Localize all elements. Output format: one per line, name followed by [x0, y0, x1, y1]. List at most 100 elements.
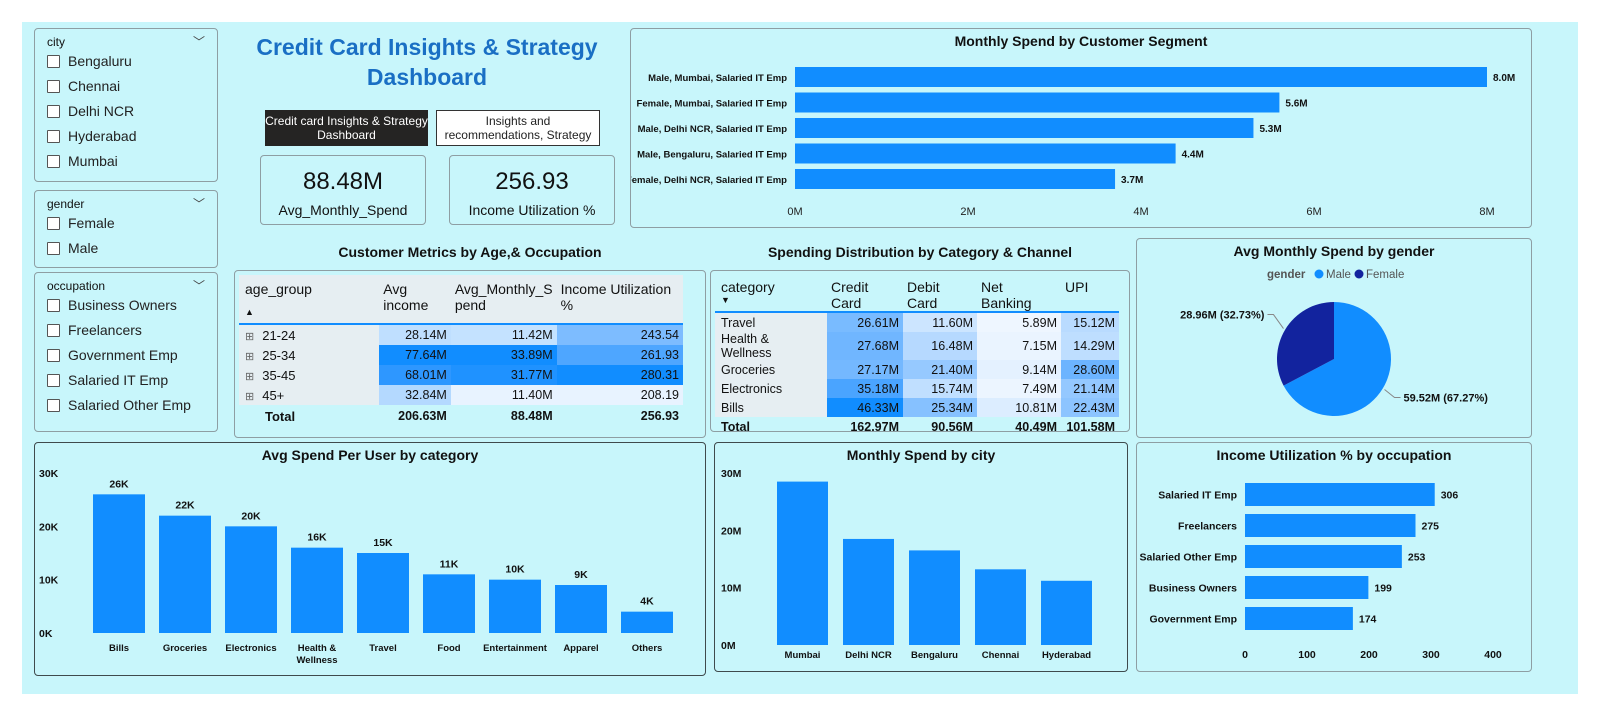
table-row: ⊞ 45+ 32.84M 11.40M 208.19	[239, 385, 683, 405]
table-cell[interactable]: Electronics	[715, 379, 827, 398]
kpi-value: 256.93	[495, 168, 569, 195]
slicer-option-government-emp[interactable]: Government Emp	[47, 347, 178, 363]
category-label: Chennai	[982, 650, 1019, 661]
category-label: Groceries	[163, 643, 207, 654]
table-cell: 28.14M	[379, 325, 451, 345]
table-total-row: Total 206.63M 88.48M 256.93	[239, 405, 683, 427]
dashboard-title: Credit Card Insights & Strategy Dashboar…	[256, 34, 598, 90]
slicer-option-salaried-it-emp[interactable]: Salaried IT Emp	[47, 372, 168, 388]
dashboard-page-button[interactable]: Credit card Insights & Strategy Dashboar…	[265, 110, 428, 146]
slicer-option-chennai[interactable]: Chennai	[47, 78, 120, 94]
column-header[interactable]: Avg_Monthly_S pend	[451, 275, 557, 323]
table-cell: 27.68M	[827, 332, 903, 360]
slicer-option-male[interactable]: Male	[47, 240, 98, 256]
slicer-option-mumbai[interactable]: Mumbai	[47, 153, 118, 169]
column-header[interactable]: Net Banking	[977, 275, 1061, 311]
legend-marker	[1314, 269, 1324, 279]
bar	[843, 538, 894, 645]
row-group-cell[interactable]: ⊞ 21-24	[239, 325, 380, 345]
tick-label: 30K	[39, 468, 59, 480]
category-label: Bengaluru	[911, 650, 958, 661]
data-label: 306	[1441, 490, 1459, 502]
chevron-down-icon[interactable]: ﹀	[193, 33, 205, 50]
checkbox[interactable]	[47, 241, 60, 255]
column-header[interactable]: Debit Card	[903, 275, 977, 311]
table-cell: 26.61M	[827, 313, 903, 332]
checkbox[interactable]	[47, 79, 60, 93]
category-label: Male, Delhi NCR, Salaried IT Emp	[638, 124, 788, 135]
table-header-row: category ▼ Credit Card Debit Card Net Ban…	[715, 275, 1119, 311]
column-header[interactable]: category ▼	[715, 275, 827, 311]
data-label: 10K	[505, 564, 525, 576]
checkbox[interactable]	[47, 154, 60, 168]
column-header[interactable]: Avg income	[379, 275, 451, 323]
table-cell: 88.48M	[510, 409, 553, 423]
column-header[interactable]: UPI	[1061, 275, 1119, 311]
data-label: 28.96M (32.73%)	[1180, 310, 1265, 322]
table-row: ⊞ 21-24 28.14M 11.42M 243.54	[239, 325, 683, 345]
column-header[interactable]: age_group ▲	[239, 275, 379, 323]
table-cell: 22.43M	[1061, 398, 1119, 417]
row-group-cell[interactable]: ⊞ 35-45	[239, 365, 380, 385]
gender-pie-card: Avg Monthly Spend by gender gender Male Fe…	[1136, 238, 1532, 438]
checkbox[interactable]	[47, 323, 60, 337]
checkbox[interactable]	[47, 216, 60, 230]
row-group-cell[interactable]: ⊞ 45+	[239, 385, 380, 405]
table-row: Travel 26.61M 11.60M 5.89M 15.12M	[715, 313, 1119, 332]
slicer-option-freelancers[interactable]: Freelancers	[47, 322, 142, 338]
tick-label: 20K	[39, 521, 59, 533]
row-group-cell[interactable]: ⊞ 25-34	[239, 345, 380, 365]
age-table-frame: age_group ▲ Avg income Avg_Monthly_S pend I…	[234, 270, 706, 438]
table-cell: 77.64M	[379, 345, 451, 365]
slicer-option-hyderabad[interactable]: Hyderabad	[47, 128, 137, 144]
slicer-option-salaried-other-emp[interactable]: Salaried Other Emp	[47, 397, 191, 413]
table-cell: 90.56M	[931, 420, 973, 434]
bar	[159, 515, 211, 633]
bar	[795, 169, 1116, 189]
category-label: Government Emp	[1149, 614, 1237, 626]
bar	[555, 585, 607, 633]
table-cell: 11.40M	[450, 385, 557, 405]
table-cell[interactable]: Travel	[715, 313, 827, 332]
data-label: 16K	[307, 532, 327, 544]
chevron-down-icon[interactable]: ﹀	[193, 195, 205, 212]
bar	[291, 547, 343, 633]
table-cell: 7.49M	[977, 379, 1061, 398]
bar	[1245, 545, 1402, 568]
column-header[interactable]: Income Utilization%	[557, 275, 683, 323]
checkbox[interactable]	[47, 104, 60, 118]
expand-icon[interactable]: ⊞	[245, 391, 254, 403]
bar	[909, 550, 960, 645]
table-cell: 46.33M	[827, 398, 903, 417]
data-label: 4K	[640, 596, 654, 608]
gender-slicer: gender ﹀ Female Male	[34, 190, 218, 268]
table-cell[interactable]: Health & Wellness	[715, 332, 827, 360]
tick-label: 2M	[960, 206, 975, 218]
checkbox[interactable]	[47, 129, 60, 143]
column-header[interactable]: Credit Card	[827, 275, 903, 311]
expand-icon[interactable]: ⊞	[245, 371, 254, 383]
slicer-option-business-owners[interactable]: Business Owners	[47, 297, 177, 313]
tick-label: 6M	[1306, 206, 1321, 218]
tick-label: 100	[1298, 649, 1316, 661]
insights-page-button[interactable]: Insights and recommendations, Strategy	[436, 110, 600, 146]
expand-icon[interactable]: ⊞	[245, 351, 254, 363]
table-cell[interactable]: Bills	[715, 398, 827, 417]
checkbox[interactable]	[47, 348, 60, 362]
chevron-down-icon[interactable]: ﹀	[193, 277, 205, 294]
table-cell[interactable]: Groceries	[715, 360, 827, 379]
slicer-option-delhi-ncr[interactable]: Delhi NCR	[47, 103, 134, 119]
checkbox[interactable]	[47, 373, 60, 387]
tick-label: 30M	[721, 468, 742, 480]
table-cell: 25.34M	[903, 398, 977, 417]
category-label: Salaried Other Emp	[1140, 552, 1237, 564]
checkbox[interactable]	[47, 298, 60, 312]
expand-icon[interactable]: ⊞	[245, 331, 254, 343]
slicer-option-female[interactable]: Female	[47, 215, 115, 231]
checkbox[interactable]	[47, 54, 60, 68]
kpi-value: 88.48M	[302, 168, 384, 195]
slicer-option-bengaluru[interactable]: Bengaluru	[47, 53, 132, 69]
leader-line	[1267, 314, 1284, 329]
legend-item: Female	[1366, 269, 1404, 281]
checkbox[interactable]	[47, 398, 60, 412]
